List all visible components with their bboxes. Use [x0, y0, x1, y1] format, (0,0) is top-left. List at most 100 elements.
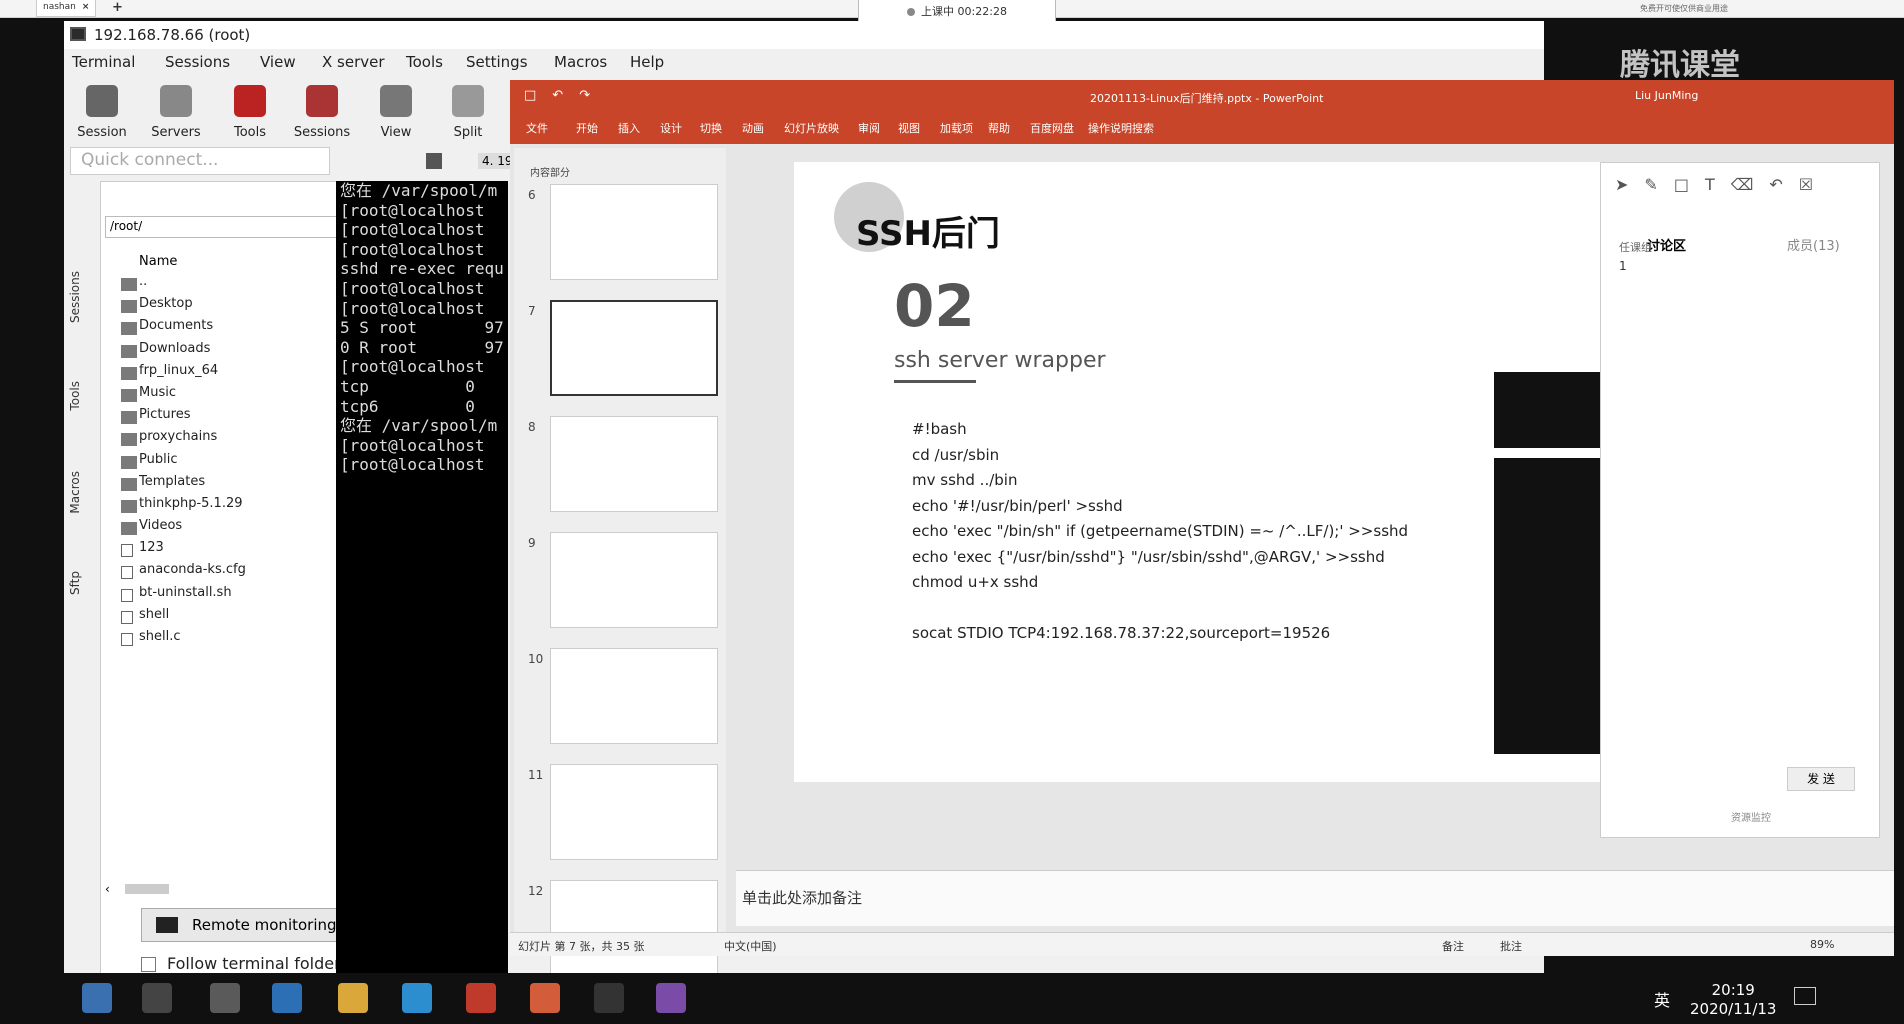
text-icon[interactable]: T: [1705, 175, 1715, 194]
terminal-line: 0 R root 97: [340, 337, 504, 357]
menu-xserver[interactable]: X server: [322, 53, 385, 71]
folder-icon[interactable]: [338, 983, 368, 1013]
ribbon-tab[interactable]: 开始: [576, 120, 598, 136]
slide-thumbnail[interactable]: [550, 184, 718, 280]
ribbon-tab[interactable]: 动画: [742, 120, 764, 136]
ppt-user[interactable]: Liu JunMing: [1635, 89, 1698, 102]
comments-toggle[interactable]: 批注: [1500, 938, 1522, 954]
ribbon-tab[interactable]: 操作说明搜索: [1088, 120, 1154, 136]
slide-title: SSH后门: [856, 214, 1000, 254]
window-title: 192.168.78.66 (root): [64, 21, 1544, 49]
ribbon-tab[interactable]: 文件: [526, 120, 548, 136]
slide-subtitle: ssh server wrapper: [894, 348, 1106, 373]
search-icon[interactable]: [142, 983, 172, 1013]
slide-thumbnail[interactable]: [550, 532, 718, 628]
follow-terminal-folder[interactable]: Follow terminal folder: [141, 954, 341, 973]
slide-thumbnail[interactable]: [550, 764, 718, 860]
menu-settings[interactable]: Settings: [466, 53, 528, 71]
vs-icon[interactable]: [656, 983, 686, 1013]
tab-members[interactable]: 成员(13): [1787, 235, 1840, 254]
ribbon-tab[interactable]: 切换: [700, 120, 722, 136]
side-tab-sessions[interactable]: Sessions: [68, 271, 82, 323]
quick-connect-input[interactable]: Quick connect...: [70, 147, 330, 175]
folder-icon: [121, 278, 137, 291]
follow-checkbox[interactable]: [141, 957, 156, 972]
trash-icon[interactable]: ☒: [1799, 175, 1813, 194]
column-name[interactable]: Name: [139, 254, 177, 269]
view-button[interactable]: View: [366, 77, 426, 140]
new-tab-button[interactable]: +: [112, 0, 123, 15]
notes-toggle[interactable]: 备注: [1442, 938, 1464, 954]
resource-monitor[interactable]: 资源监控: [1731, 809, 1771, 824]
send-button[interactable]: 发 送: [1787, 767, 1855, 791]
ribbon-tab[interactable]: 加载项: [940, 120, 973, 136]
notes-pane[interactable]: 单击此处添加备注: [736, 870, 1894, 926]
undo-icon[interactable]: ↶: [552, 88, 563, 103]
tools-button[interactable]: Tools: [220, 77, 280, 140]
menu-sessions[interactable]: Sessions: [165, 53, 230, 71]
terminal-output[interactable]: 您在 /var/spool/m [root@localhost [root@loc…: [336, 181, 508, 981]
file-name: bt-uninstall.sh: [139, 584, 232, 600]
home-icon[interactable]: [426, 153, 442, 169]
sessions-button[interactable]: Sessions: [292, 77, 352, 140]
file-icon: [121, 566, 133, 580]
terminal-taskbar-icon[interactable]: [594, 983, 624, 1013]
menu-terminal[interactable]: Terminal: [72, 53, 135, 71]
save-icon[interactable]: □: [524, 88, 536, 103]
ribbon-tab[interactable]: 帮助: [988, 120, 1010, 136]
side-tab-macros[interactable]: Macros: [68, 471, 82, 514]
tab-nashan[interactable]: nashan ×: [36, 0, 97, 17]
ribbon-tab[interactable]: 审阅: [858, 120, 880, 136]
undo-icon[interactable]: ↶: [1769, 175, 1782, 194]
chrome-icon[interactable]: [530, 983, 560, 1013]
watermark-logo: 腾讯课堂: [1620, 48, 1740, 83]
notification-icon[interactable]: [1794, 987, 1816, 1005]
menu-tools[interactable]: Tools: [406, 53, 443, 71]
ribbon-tab[interactable]: 设计: [660, 120, 682, 136]
menu-view[interactable]: View: [260, 53, 296, 71]
ribbon-tab[interactable]: 视图: [898, 120, 920, 136]
split-button[interactable]: Split: [438, 77, 498, 140]
terminal-line: [root@localhost: [340, 220, 495, 240]
follow-label: Follow terminal folder: [167, 954, 341, 973]
mobaxterm-taskbar-icon[interactable]: [210, 983, 240, 1013]
thumb-number: 8: [528, 420, 536, 434]
side-tab-sftp[interactable]: Sftp: [68, 571, 82, 595]
remote-monitoring-button[interactable]: Remote monitoring: [141, 908, 361, 942]
clock[interactable]: 20:19 2020/11/13: [1690, 981, 1776, 1019]
servers-button[interactable]: Servers: [146, 77, 206, 140]
zoom-level[interactable]: 89%: [1810, 938, 1834, 951]
eraser-icon[interactable]: ⌫: [1731, 175, 1754, 194]
slide-number: 02: [894, 272, 975, 340]
side-tab-tools[interactable]: Tools: [68, 381, 82, 411]
folder-icon: [121, 477, 137, 491]
ribbon-tab[interactable]: 插入: [618, 120, 640, 136]
slide-thumbnail[interactable]: [550, 300, 718, 396]
tab-discussion[interactable]: 讨论区: [1647, 235, 1686, 254]
powerpoint-taskbar-icon[interactable]: [466, 983, 496, 1013]
slide-thumbnail[interactable]: [550, 880, 718, 976]
scroll-thumb[interactable]: [125, 884, 169, 894]
file-icon: [121, 610, 133, 624]
task-view-icon[interactable]: [272, 983, 302, 1013]
rectangle-icon[interactable]: □: [1674, 175, 1689, 194]
slide-thumbnail[interactable]: [550, 416, 718, 512]
pen-icon[interactable]: ✎: [1644, 175, 1657, 194]
ime-indicator[interactable]: 英: [1654, 987, 1670, 1011]
windows-start-icon[interactable]: [82, 983, 112, 1013]
session-button[interactable]: Session: [72, 77, 132, 140]
slide-thumbnail[interactable]: [550, 648, 718, 744]
menu-macros[interactable]: Macros: [554, 53, 607, 71]
servers-icon: [160, 85, 192, 117]
file-name: Documents: [139, 318, 214, 334]
edge-icon[interactable]: [402, 983, 432, 1013]
menu-help[interactable]: Help: [630, 53, 664, 71]
redo-icon[interactable]: ↷: [579, 88, 590, 103]
pointer-icon[interactable]: ➤: [1615, 175, 1628, 194]
tab-close-icon[interactable]: ×: [82, 2, 90, 12]
folder-icon: [121, 433, 137, 447]
session-label: Session: [77, 125, 127, 140]
ribbon-tab[interactable]: 百度网盘: [1030, 120, 1074, 136]
section-label: 内容部分: [530, 168, 570, 179]
ribbon-tab[interactable]: 幻灯片放映: [784, 120, 839, 136]
